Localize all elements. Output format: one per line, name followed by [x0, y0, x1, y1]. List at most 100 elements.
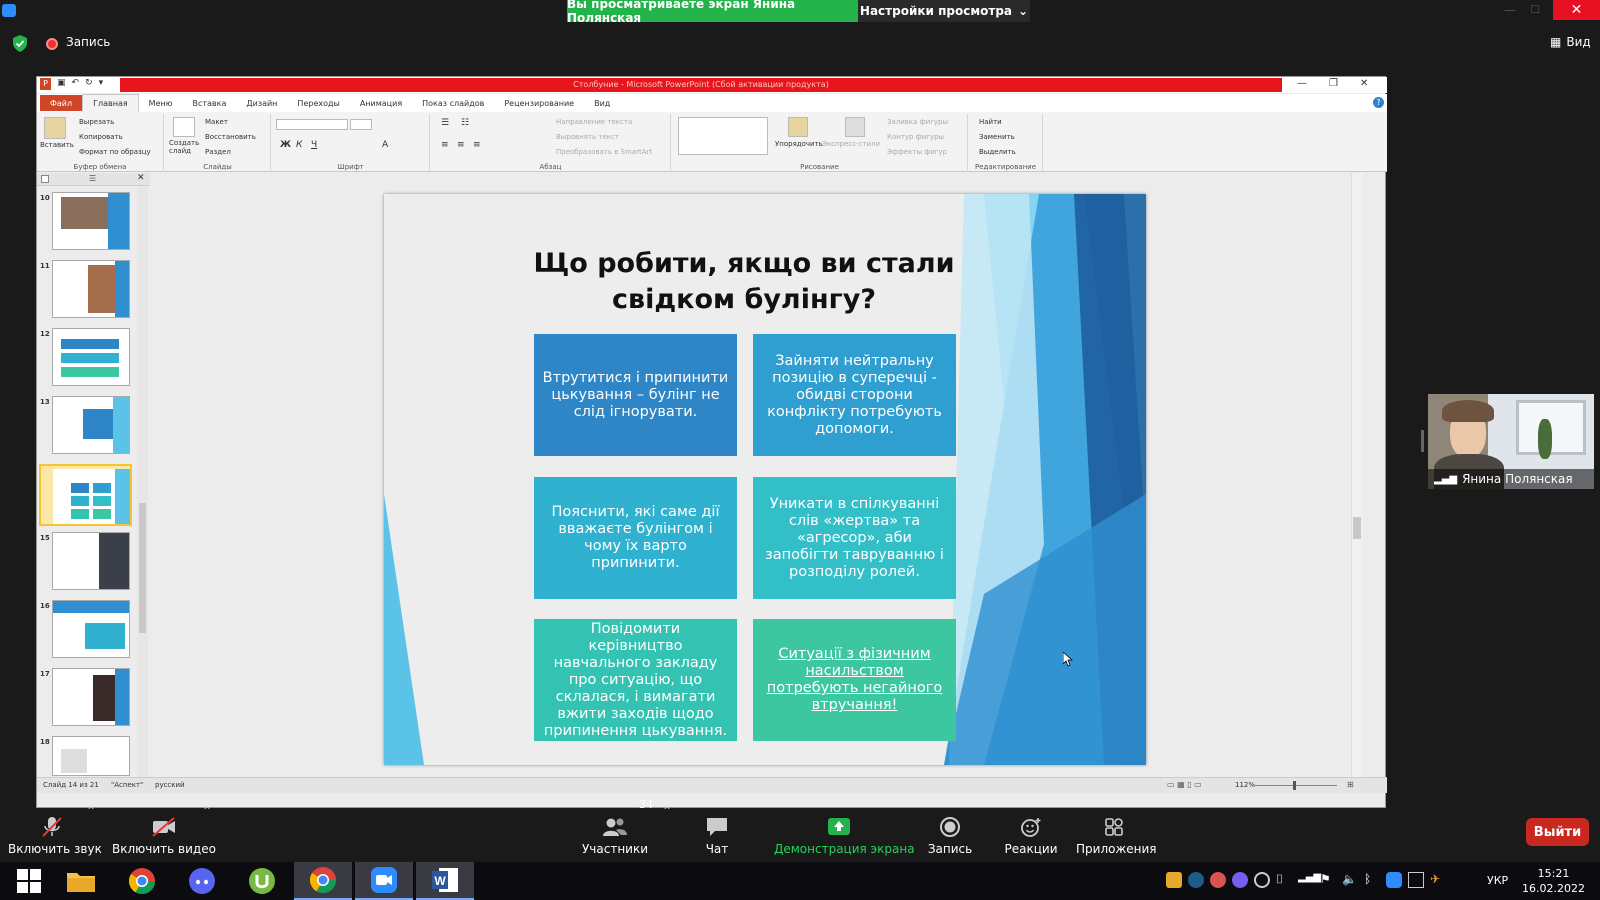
- taskbar-discord[interactable]: [173, 862, 231, 900]
- audio-options-chevron-icon[interactable]: ⌃: [84, 804, 98, 858]
- arrange-icon[interactable]: [788, 117, 808, 137]
- new-slide-button[interactable]: Создать слайд: [169, 139, 199, 155]
- paste-button[interactable]: Вставить: [40, 141, 74, 149]
- video-drag-handle[interactable]: [1421, 430, 1424, 452]
- share-screen-button[interactable]: Демонстрация экрана: [774, 808, 915, 862]
- network-icon[interactable]: ▂▄▆: [1298, 872, 1321, 888]
- outline-tab-icon[interactable]: ☰: [89, 174, 96, 183]
- reset-button[interactable]: Восстановить: [205, 133, 256, 141]
- italic-icon[interactable]: К: [296, 140, 302, 150]
- zoom-tray-icon[interactable]: [1386, 872, 1402, 888]
- save-icon[interactable]: ▣: [57, 78, 66, 90]
- minimize-button[interactable]: —: [1500, 3, 1520, 19]
- tray-app-icon[interactable]: [1166, 872, 1182, 888]
- find-button[interactable]: Найти: [979, 118, 1002, 126]
- customize-icon[interactable]: ▾: [99, 78, 104, 90]
- thumbnails-scroll-thumb[interactable]: [139, 503, 146, 633]
- thumbnails-scrollbar[interactable]: [137, 187, 148, 777]
- tab-home[interactable]: Главная: [82, 94, 139, 112]
- layout-button[interactable]: Макет: [205, 118, 228, 126]
- underline-icon[interactable]: Ч: [311, 140, 317, 150]
- ppt-close-button[interactable]: ✕: [1360, 78, 1368, 89]
- align-text-button[interactable]: Выровнять текст: [556, 133, 619, 141]
- slide-text-box[interactable]: Зайняти нейтральну позицію в суперечці -…: [753, 334, 956, 456]
- volume-icon[interactable]: 🔈: [1342, 872, 1358, 888]
- thumbnail-slide[interactable]: [52, 260, 130, 318]
- tab-design[interactable]: Дизайн: [236, 94, 287, 112]
- bullets-icon[interactable]: ☰: [441, 118, 449, 128]
- slide-scroll-thumb[interactable]: [1353, 517, 1361, 539]
- unmute-button[interactable]: Включить звук: [8, 808, 102, 862]
- paste-icon[interactable]: [44, 117, 66, 139]
- copy-button[interactable]: Копировать: [79, 133, 123, 141]
- thumbnail-slide[interactable]: [52, 192, 130, 250]
- redo-icon[interactable]: ↻: [85, 78, 93, 90]
- shape-fill-button[interactable]: Заливка фигуры: [887, 118, 948, 126]
- text-direction-button[interactable]: Направление текста: [556, 118, 632, 126]
- slide-text-box[interactable]: Втрутитися і припинити цькування – булін…: [534, 334, 737, 456]
- tab-insert[interactable]: Вставка: [182, 94, 236, 112]
- input-language[interactable]: УКР: [1487, 874, 1508, 887]
- slide-text-box[interactable]: Пояснити, які саме дії вважаєте булінгом…: [534, 477, 737, 599]
- fit-slide-icon[interactable]: ⊞: [1347, 780, 1354, 789]
- bold-icon[interactable]: Ж: [280, 140, 291, 150]
- tray-app-icon[interactable]: [1210, 872, 1226, 888]
- clock[interactable]: 15:21 16.02.2022: [1522, 866, 1585, 896]
- taskbar-chrome-profile[interactable]: [294, 862, 352, 900]
- thumbnail-slide[interactable]: [52, 532, 130, 590]
- section-button[interactable]: Раздел: [205, 148, 231, 156]
- select-button[interactable]: Выделить: [979, 148, 1016, 156]
- shape-effects-button[interactable]: Эффекты фигур: [887, 148, 947, 156]
- thumbnail-slide-selected[interactable]: [39, 464, 132, 526]
- thumbnail-slide[interactable]: [52, 328, 130, 386]
- reactions-button[interactable]: Реакции: [1003, 808, 1059, 862]
- tab-menu[interactable]: Меню: [139, 94, 183, 112]
- zoom-slider-thumb[interactable]: [1293, 781, 1296, 790]
- close-button[interactable]: ✕: [1553, 0, 1600, 20]
- quick-styles-button[interactable]: Экспресс-стили: [822, 140, 880, 148]
- align-left-icon[interactable]: ≡: [441, 140, 449, 150]
- replace-button[interactable]: Заменить: [979, 133, 1015, 141]
- slide-text-box[interactable]: Уникати в спілкуванні слів «жертва» та «…: [753, 477, 956, 599]
- tab-animation[interactable]: Анимация: [350, 94, 412, 112]
- slide-scrollbar[interactable]: [1351, 173, 1363, 777]
- maximize-button[interactable]: ☐: [1525, 3, 1545, 19]
- tab-file[interactable]: Файл: [40, 95, 83, 111]
- undo-icon[interactable]: ↶: [72, 78, 80, 90]
- view-button[interactable]: ▦ Вид: [1550, 35, 1591, 49]
- video-options-chevron-icon[interactable]: ⌃: [200, 804, 214, 858]
- view-buttons[interactable]: ▭ ▦ ▯ ▭: [1167, 780, 1202, 789]
- tab-transitions[interactable]: Переходы: [287, 94, 349, 112]
- chat-button[interactable]: Чат: [697, 808, 737, 862]
- shape-outline-button[interactable]: Контур фигуры: [887, 133, 944, 141]
- ppt-minimize-button[interactable]: —: [1297, 78, 1307, 89]
- ppt-restore-button[interactable]: ❐: [1329, 78, 1338, 89]
- arrange-button[interactable]: Упорядочить: [775, 140, 823, 148]
- tab-slideshow[interactable]: Показ слайдов: [412, 94, 494, 112]
- tab-review[interactable]: Рецензирование: [494, 94, 584, 112]
- cut-button[interactable]: Вырезать: [79, 118, 114, 126]
- font-size-select[interactable]: [350, 119, 372, 130]
- start-button[interactable]: [0, 862, 58, 900]
- font-color-icon[interactable]: A: [382, 140, 388, 150]
- shapes-gallery[interactable]: [678, 117, 768, 155]
- apps-button[interactable]: Приложения: [1076, 808, 1157, 862]
- view-settings-dropdown[interactable]: Настройки просмотра ⌄: [858, 0, 1030, 22]
- taskbar-zoom[interactable]: [355, 862, 413, 900]
- align-right-icon[interactable]: ≡: [473, 140, 481, 150]
- thumbnail-slide[interactable]: [52, 600, 130, 658]
- leave-meeting-button[interactable]: Выйти: [1526, 818, 1589, 846]
- viber-icon[interactable]: [1232, 872, 1248, 888]
- tab-view[interactable]: Вид: [584, 94, 620, 112]
- bluetooth-icon[interactable]: ᛒ: [1364, 872, 1380, 888]
- taskbar-utorrent[interactable]: [233, 862, 291, 900]
- close-pane-icon[interactable]: ✕: [137, 173, 145, 183]
- numbering-icon[interactable]: ☷: [461, 118, 469, 128]
- zoom-slider[interactable]: [1255, 785, 1337, 786]
- quick-styles-icon[interactable]: [845, 117, 865, 137]
- tray-app-icon[interactable]: ✈: [1430, 872, 1446, 888]
- taskbar-file-explorer[interactable]: [52, 862, 110, 900]
- format-painter-button[interactable]: Формат по образцу: [79, 148, 151, 156]
- keyboard-icon[interactable]: [1408, 872, 1424, 888]
- taskbar-word[interactable]: W: [416, 862, 474, 900]
